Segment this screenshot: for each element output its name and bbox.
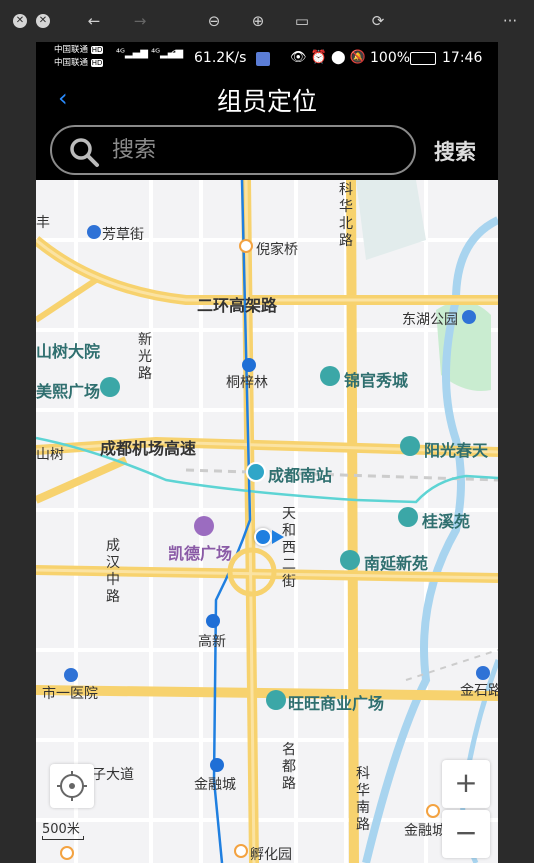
image-viewer-toolbar: ✕ ✕ ← → ⊖ ⊕ ▭ ⟳ ···	[0, 0, 534, 42]
map-view[interactable]: 丰 芳草街 倪家桥 科华北路 二环高架路 东湖公园 山树大院 新光路 桐梓林 锦…	[36, 180, 498, 863]
network-speed: 61.2K/s	[194, 50, 247, 66]
zoom-in-icon[interactable]: ⊕	[246, 9, 270, 33]
map-label-feng: 丰	[36, 215, 50, 231]
map-label-nijiaqiao: 倪家桥	[256, 242, 298, 258]
map-label-kaide: 凯德广场	[168, 544, 233, 563]
bus-stop-icon[interactable]	[476, 666, 490, 680]
park-icon[interactable]	[462, 310, 476, 324]
zoom-out-button[interactable]: −	[442, 810, 490, 858]
map-label-fuhua: 孵化园	[250, 847, 292, 863]
residence-icon[interactable]	[320, 366, 340, 386]
map-label-kehuabeilu: 科华北路	[339, 182, 353, 249]
map-label-tianhe: 天和西二街	[282, 506, 296, 590]
map-label-jinrongcheng: 金融城	[194, 777, 236, 793]
map-label-nanyan: 南延新苑	[364, 554, 429, 573]
mall-icon[interactable]	[100, 377, 120, 397]
mall-icon[interactable]	[266, 690, 286, 710]
map-label-nanzhan: 成都南站	[268, 466, 333, 485]
clock: 17:46	[442, 50, 483, 66]
metro-station-icon[interactable]	[234, 844, 248, 858]
map-label-erhuan: 二环高架路	[197, 296, 278, 315]
close-icon[interactable]: ✕	[13, 14, 27, 28]
map-label-jinguan: 锦官秀城	[344, 371, 409, 390]
map-label-xinguanglu: 新光路	[138, 332, 152, 382]
battery-percent: 100%	[370, 50, 411, 66]
carrier-1: 中国联通 HD	[54, 45, 104, 55]
metro-station-icon[interactable]	[206, 614, 220, 628]
wifi-icon: ◠	[170, 47, 183, 63]
map-label-donghu: 东湖公园	[402, 312, 458, 328]
metro-station-icon[interactable]	[60, 846, 74, 860]
map-label-zidajie: 子大道	[92, 767, 134, 783]
map-label-meixi: 美熙广场	[36, 382, 101, 401]
bus-stop-icon[interactable]	[87, 225, 101, 239]
map-scale-bar	[42, 836, 84, 840]
fit-screen-icon[interactable]: ▭	[290, 9, 314, 33]
close-all-icon[interactable]: ✕	[36, 14, 50, 28]
status-icons: 👁 ⏰ ⬤ 🔕	[290, 50, 366, 65]
residence-icon[interactable]	[398, 507, 418, 527]
map-label-jinrong2: 金融城	[404, 823, 446, 839]
map-label-tongzilin: 桐梓林	[226, 375, 268, 391]
zoom-in-button[interactable]: +	[442, 760, 490, 808]
metro-station-icon[interactable]	[426, 804, 440, 818]
crosshair-icon	[57, 771, 87, 801]
map-label-shushu: 山树大院	[36, 342, 101, 361]
location-marker-icon[interactable]	[254, 528, 272, 546]
map-label-guixi: 桂溪苑	[422, 512, 471, 531]
map-label-gaoxin: 高新	[198, 634, 226, 650]
header: ‹ 组员定位	[36, 74, 498, 124]
more-icon[interactable]: ···	[498, 9, 522, 33]
arrow-left-icon[interactable]: ←	[82, 9, 106, 33]
carrier-2: 中国联通 HD	[54, 58, 104, 68]
metro-station-icon[interactable]	[210, 758, 224, 772]
search-bar: 搜索	[36, 124, 498, 180]
zoom-out-icon[interactable]: ⊖	[202, 9, 226, 33]
locate-button[interactable]	[50, 764, 94, 808]
residence-icon[interactable]	[340, 550, 360, 570]
map-label-chenghan: 成汉中路	[106, 538, 120, 605]
arrow-right-icon[interactable]: →	[128, 9, 152, 33]
map-label-mingdu: 名都路	[282, 742, 296, 792]
map-label-yiyuan: 市一医院	[42, 686, 98, 702]
train-station-icon[interactable]	[246, 462, 266, 482]
search-button[interactable]: 搜索	[434, 136, 476, 166]
shopping-icon[interactable]	[194, 516, 214, 536]
hospital-icon[interactable]	[64, 668, 78, 682]
map-label-kehuanan: 科华南路	[356, 766, 370, 833]
status-bar: 中国联通 HD 中国联通 HD ⁴ᴳ▂▄▆ ⁴ᴳ▂▄▆ ◠ 61.2K/s 👁 …	[36, 42, 498, 74]
search-box[interactable]	[50, 125, 416, 175]
metro-station-icon[interactable]	[242, 358, 256, 372]
map-label-fangcaojie: 芳草街	[102, 227, 144, 243]
app-icon	[256, 52, 270, 66]
map-label-wangwang: 旺旺商业广场	[288, 694, 385, 713]
map-label-jinshi: 金石路	[460, 683, 498, 699]
heading-arrow-icon	[272, 530, 284, 544]
metro-station-icon[interactable]	[239, 239, 253, 253]
residence-icon[interactable]	[400, 436, 420, 456]
battery-icon	[410, 52, 436, 65]
map-scale: 500米	[42, 822, 80, 837]
rotate-icon[interactable]: ⟳	[366, 9, 390, 33]
search-icon	[70, 138, 99, 167]
map-label-jichang: 成都机场高速	[100, 439, 197, 458]
map-label-yangguang: 阳光春天	[424, 441, 489, 460]
page-title: 组员定位	[216, 87, 317, 116]
search-input[interactable]	[112, 137, 392, 163]
phone-screen: 中国联通 HD 中国联通 HD ⁴ᴳ▂▄▆ ⁴ᴳ▂▄▆ ◠ 61.2K/s 👁 …	[36, 42, 498, 863]
map-label-shanshu: 山树	[36, 447, 64, 463]
